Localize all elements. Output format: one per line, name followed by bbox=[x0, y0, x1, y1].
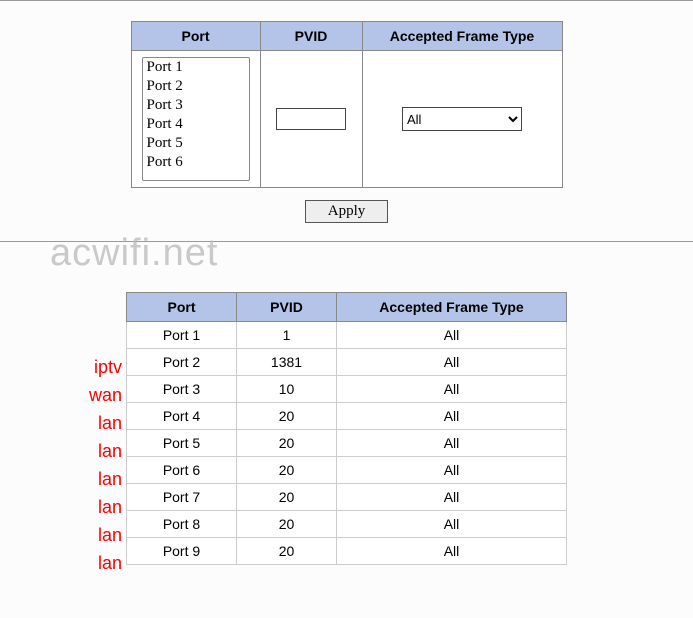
table-cell-aft: All bbox=[337, 403, 567, 430]
row-annotation: lan bbox=[76, 493, 122, 521]
config-header-aft: Accepted Frame Type bbox=[362, 22, 562, 51]
config-header-port: Port bbox=[131, 22, 260, 51]
table-cell-port: Port 9 bbox=[127, 538, 237, 565]
table-cell-aft: All bbox=[337, 538, 567, 565]
data-header-pvid: PVID bbox=[237, 293, 337, 322]
table-row: Port 11All bbox=[127, 322, 567, 349]
pvid-config-section: Port PVID Accepted Frame Type Port 1Port… bbox=[0, 1, 693, 241]
table-cell-port: Port 4 bbox=[127, 403, 237, 430]
row-annotation: lan bbox=[76, 465, 122, 493]
table-cell-pvid: 20 bbox=[237, 511, 337, 538]
table-cell-aft: All bbox=[337, 511, 567, 538]
table-row: Port 310All bbox=[127, 376, 567, 403]
pvid-input[interactable] bbox=[276, 108, 346, 130]
table-row: Port 820All bbox=[127, 511, 567, 538]
table-cell-port: Port 5 bbox=[127, 430, 237, 457]
table-cell-aft: All bbox=[337, 349, 567, 376]
table-cell-pvid: 1381 bbox=[237, 349, 337, 376]
table-cell-port: Port 7 bbox=[127, 484, 237, 511]
row-annotation: iptv bbox=[76, 353, 122, 381]
table-cell-pvid: 20 bbox=[237, 403, 337, 430]
table-row: Port 920All bbox=[127, 538, 567, 565]
accepted-frame-type-select[interactable]: All bbox=[402, 107, 522, 131]
table-cell-port: Port 8 bbox=[127, 511, 237, 538]
table-cell-pvid: 20 bbox=[237, 430, 337, 457]
table-row: Port 720All bbox=[127, 484, 567, 511]
table-cell-aft: All bbox=[337, 376, 567, 403]
table-cell-port: Port 3 bbox=[127, 376, 237, 403]
table-row: Port 520All bbox=[127, 430, 567, 457]
table-cell-aft: All bbox=[337, 430, 567, 457]
port-option[interactable]: Port 5 bbox=[143, 134, 249, 153]
config-table: Port PVID Accepted Frame Type Port 1Port… bbox=[131, 21, 563, 188]
config-header-pvid: PVID bbox=[260, 22, 362, 51]
data-header-aft: Accepted Frame Type bbox=[337, 293, 567, 322]
table-cell-port: Port 6 bbox=[127, 457, 237, 484]
row-labels: iptvwanlanlanlanlanlanlan bbox=[76, 325, 122, 577]
row-annotation: lan bbox=[76, 409, 122, 437]
table-cell-pvid: 20 bbox=[237, 484, 337, 511]
row-annotation: lan bbox=[76, 437, 122, 465]
port-option[interactable]: Port 3 bbox=[143, 96, 249, 115]
row-annotation: lan bbox=[76, 549, 122, 577]
data-table: Port PVID Accepted Frame Type Port 11All… bbox=[126, 292, 567, 565]
row-annotation: wan bbox=[76, 381, 122, 409]
port-option[interactable]: Port 4 bbox=[143, 115, 249, 134]
table-cell-port: Port 2 bbox=[127, 349, 237, 376]
table-row: Port 620All bbox=[127, 457, 567, 484]
table-row: Port 21381All bbox=[127, 349, 567, 376]
table-cell-port: Port 1 bbox=[127, 322, 237, 349]
pvid-data-section: iptvwanlanlanlanlanlanlan Port PVID Acce… bbox=[0, 242, 693, 568]
table-cell-aft: All bbox=[337, 457, 567, 484]
row-annotation: lan bbox=[76, 521, 122, 549]
table-cell-aft: All bbox=[337, 322, 567, 349]
apply-button[interactable]: Apply bbox=[305, 200, 389, 223]
port-option[interactable]: Port 1 bbox=[143, 58, 249, 77]
table-cell-pvid: 10 bbox=[237, 376, 337, 403]
table-cell-pvid: 20 bbox=[237, 457, 337, 484]
port-listbox[interactable]: Port 1Port 2Port 3Port 4Port 5Port 6 bbox=[142, 57, 250, 181]
table-cell-pvid: 20 bbox=[237, 538, 337, 565]
table-cell-pvid: 1 bbox=[237, 322, 337, 349]
row-annotation bbox=[76, 325, 122, 353]
data-header-port: Port bbox=[127, 293, 237, 322]
port-option[interactable]: Port 2 bbox=[143, 77, 249, 96]
table-row: Port 420All bbox=[127, 403, 567, 430]
port-option[interactable]: Port 6 bbox=[143, 153, 249, 172]
table-cell-aft: All bbox=[337, 484, 567, 511]
